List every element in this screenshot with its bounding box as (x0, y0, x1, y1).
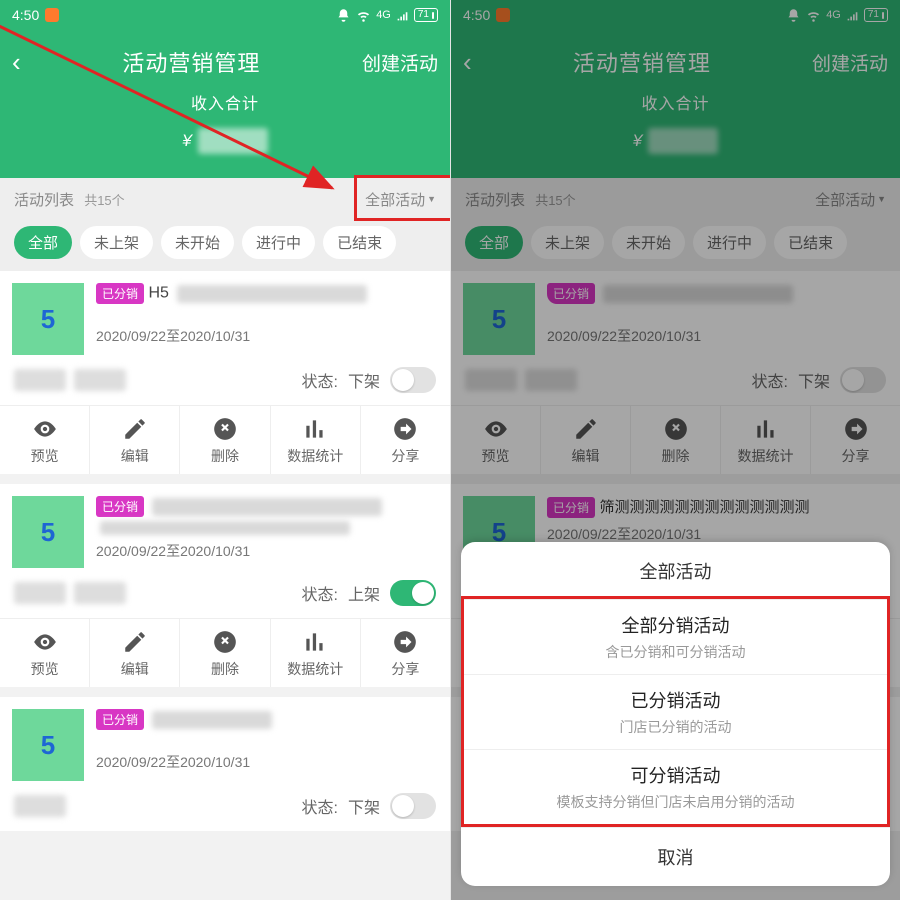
delete-button[interactable]: 删除 (180, 406, 270, 474)
bell-off-icon (336, 8, 351, 23)
activity-count: 共15个 (84, 193, 124, 208)
activity-name-redacted (152, 498, 382, 516)
status-value: 下架 (348, 368, 380, 392)
network-label: 4G (376, 9, 391, 21)
sheet-option-distributed[interactable]: 已分销活动 门店已分销的活动 (464, 674, 887, 749)
activity-thumbnail: 5 (12, 709, 84, 781)
eye-icon (32, 416, 58, 442)
preview-button[interactable]: 预览 (0, 619, 90, 687)
header: ‹ 活动营销管理 创建活动 收入合计 ¥ (0, 30, 450, 178)
listing-toggle[interactable] (390, 367, 436, 393)
stats-button[interactable]: 数据统计 (271, 619, 361, 687)
chevron-down-icon: ▼ (427, 194, 436, 204)
status-value: 上架 (348, 581, 380, 605)
status-time: 4:50 (12, 7, 39, 23)
share-button[interactable]: 分享 (361, 406, 450, 474)
sheet-option-all-distribution[interactable]: 全部分销活动 含已分销和可分销活动 (464, 599, 887, 674)
activity-card[interactable]: 5 已分销 H5 2020/09/22至2020/10/31 状态: 下架 (0, 271, 450, 474)
close-circle-icon (212, 629, 238, 655)
signal-icon (396, 9, 409, 22)
preview-button[interactable]: 预览 (0, 406, 90, 474)
status-label: 状态: (302, 794, 338, 818)
battery-indicator: 71 (414, 8, 438, 22)
tab-unlisted[interactable]: 未上架 (80, 226, 153, 259)
bar-chart-icon (302, 416, 328, 442)
income-amount-redacted (198, 128, 268, 154)
tab-not-started[interactable]: 未开始 (161, 226, 234, 259)
currency-symbol: ¥ (182, 131, 191, 151)
edit-button[interactable]: 编辑 (90, 406, 180, 474)
back-button[interactable]: ‹ (12, 47, 21, 78)
pencil-icon (122, 629, 148, 655)
stats-button[interactable]: 数据统计 (271, 406, 361, 474)
delete-button[interactable]: 删除 (180, 619, 270, 687)
status-bar: 4:50 4G 71 (0, 0, 450, 30)
wifi-icon (356, 8, 371, 23)
activity-date-range: 2020/09/22至2020/10/31 (96, 752, 438, 772)
activity-date-range: 2020/09/22至2020/10/31 (96, 541, 438, 561)
activity-name-redacted (177, 285, 367, 303)
pencil-icon (122, 416, 148, 442)
tab-ended[interactable]: 已结束 (323, 226, 396, 259)
annotation-highlight-options: 全部分销活动 含已分销和可分销活动 已分销活动 门店已分销的活动 可分销活动 模… (461, 596, 890, 827)
status-app-icon (45, 8, 59, 22)
phone-right: 4:50 4G 71 ‹ 活动营销管理 创建活动 收入合计 ¥ (450, 0, 900, 900)
tab-ongoing[interactable]: 进行中 (242, 226, 315, 259)
tab-all[interactable]: 全部 (14, 226, 72, 259)
activity-list-label: 活动列表 (14, 192, 74, 209)
filter-action-sheet: 全部活动 全部分销活动 含已分销和可分销活动 已分销活动 门店已分销的活动 可分… (461, 542, 890, 886)
eye-icon (32, 629, 58, 655)
sheet-option-distributable[interactable]: 可分销活动 模板支持分销但门店未启用分销的活动 (464, 749, 887, 824)
page-title: 活动营销管理 (122, 46, 260, 78)
activity-thumbnail: 5 (12, 496, 84, 568)
status-label: 状态: (302, 581, 338, 605)
activity-card[interactable]: 5 已分销 2020/09/22至2020/10/31 状态: 下架 (0, 697, 450, 831)
distributed-tag: 已分销 (96, 709, 144, 730)
listing-toggle[interactable] (390, 580, 436, 606)
activity-name-redacted (152, 711, 272, 729)
bar-chart-icon (302, 629, 328, 655)
distributed-tag: 已分销 (96, 283, 144, 304)
dropdown-label: 全部活动 (365, 189, 425, 210)
status-value: 下架 (348, 794, 380, 818)
distributed-tag: 已分销 (96, 496, 144, 517)
create-activity-button[interactable]: 创建活动 (362, 49, 438, 76)
share-icon (392, 416, 418, 442)
close-circle-icon (212, 416, 238, 442)
share-button[interactable]: 分享 (361, 619, 450, 687)
sheet-title: 全部活动 (461, 542, 890, 596)
phone-left: 4:50 4G 71 ‹ 活动营销管理 创建活动 收入合计 ¥ (0, 0, 450, 900)
activity-name-prefix: H5 (148, 285, 168, 302)
activity-filter-dropdown[interactable]: 全部活动 ▼ (365, 189, 436, 210)
status-label: 状态: (302, 368, 338, 392)
filter-bar: 活动列表 共15个 全部活动 ▼ 全部 未上架 未开始 进行中 已结束 (0, 178, 450, 271)
activity-name-redacted (100, 521, 350, 535)
edit-button[interactable]: 编辑 (90, 619, 180, 687)
income-total-label: 收入合计 (12, 90, 438, 114)
listing-toggle[interactable] (390, 793, 436, 819)
activity-date-range: 2020/09/22至2020/10/31 (96, 326, 438, 346)
sheet-cancel-button[interactable]: 取消 (461, 827, 890, 886)
share-icon (392, 629, 418, 655)
activity-card[interactable]: 5 已分销 2020/09/22至2020/10/31 状态: 上架 (0, 484, 450, 687)
activity-thumbnail: 5 (12, 283, 84, 355)
